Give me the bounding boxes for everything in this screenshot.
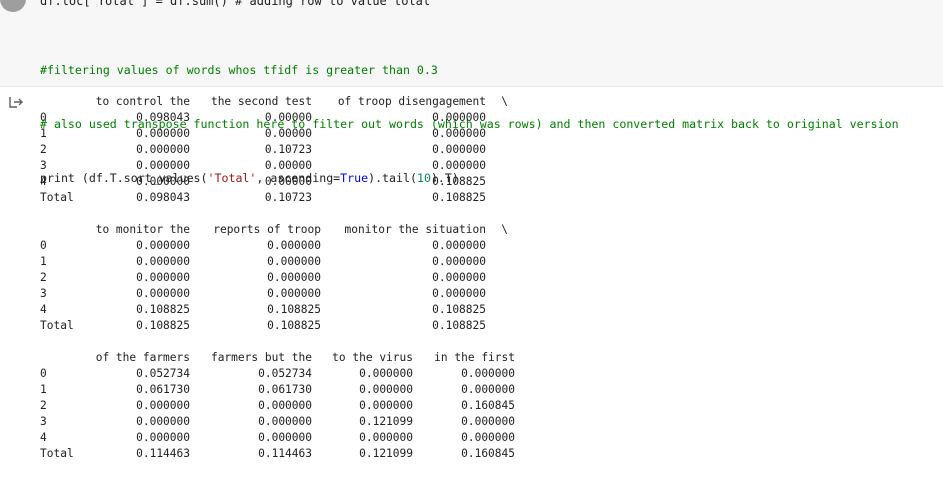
cell-value: 0.000000 [461, 431, 515, 444]
row-index: Total [40, 319, 74, 332]
cell-value: 0.000000 [136, 159, 190, 172]
cell-value: 0.000000 [432, 255, 486, 268]
cell-value: 0.00000 [264, 111, 312, 124]
cell-value: 0.000000 [359, 367, 413, 380]
row-index: 3 [40, 287, 47, 300]
row-index: 0 [40, 239, 47, 252]
line-continuation: \ [501, 223, 508, 236]
row-index: 2 [40, 143, 47, 156]
cell-value: 0.108825 [267, 319, 321, 332]
cell-value: 0.000000 [258, 431, 312, 444]
row-index: 4 [40, 431, 47, 444]
cell-value: 0.000000 [461, 415, 515, 428]
cell-value: 0.00000 [264, 127, 312, 140]
cell-value: 0.108825 [136, 319, 190, 332]
code-cell[interactable]: df.loc['Total'] = df.sum() # adding row … [0, 0, 943, 185]
cell-value: 0.000000 [432, 111, 486, 124]
row-index: 1 [40, 127, 47, 140]
cell-value: 0.108825 [136, 303, 190, 316]
cell-value: 0.160845 [461, 447, 515, 460]
column-header: of troop disengagement [337, 95, 486, 108]
cell-value: 0.108825 [432, 303, 486, 316]
row-index: 2 [40, 271, 47, 284]
row-index: 2 [40, 399, 47, 412]
row-index: 0 [40, 367, 47, 380]
cell-value: 0.000000 [267, 255, 321, 268]
cell-value: 0.000000 [359, 399, 413, 412]
row-index: 4 [40, 303, 47, 316]
row-index: 3 [40, 159, 47, 172]
cell-value: 0.108825 [267, 303, 321, 316]
cell-value: 0.000000 [136, 431, 190, 444]
cell-value: 0.10723 [264, 191, 312, 204]
cell-value: 0.10723 [264, 143, 312, 156]
row-index: Total [40, 447, 74, 460]
row-index: Total [40, 191, 74, 204]
row-index: 0 [40, 111, 47, 124]
line-continuation: \ [501, 95, 508, 108]
cell-value: 0.00000 [264, 175, 312, 188]
code-line-cut: df.loc['Total'] = df.sum() # adding row … [40, 0, 431, 8]
cell-value: 0.052734 [136, 367, 190, 380]
cell-value: 0.114463 [258, 447, 312, 460]
column-header: the second test [210, 95, 312, 108]
cell-value: 0.000000 [359, 383, 413, 396]
cell-value: 0.000000 [136, 271, 190, 284]
column-header: monitor the situation [344, 223, 486, 236]
cell-value: 0.000000 [432, 127, 486, 140]
cell-value: 0.098043 [136, 191, 190, 204]
cell-value: 0.000000 [432, 271, 486, 284]
cell-value: 0.000000 [359, 431, 413, 444]
run-cell-button[interactable] [0, 0, 26, 12]
cell-value: 0.00000 [264, 159, 312, 172]
cell-value: 0.108825 [432, 319, 486, 332]
cell-value: 0.061730 [258, 383, 312, 396]
cell-value: 0.000000 [432, 143, 486, 156]
cell-value: 0.000000 [136, 415, 190, 428]
cell-value: 0.000000 [267, 271, 321, 284]
cell-value: 0.000000 [136, 143, 190, 156]
column-header: to monitor the [95, 223, 190, 236]
cell-value: 0.098043 [136, 111, 190, 124]
cell-value: 0.000000 [136, 287, 190, 300]
cell-value: 0.000000 [432, 239, 486, 252]
row-index: 4 [40, 175, 47, 188]
cell-value: 0.000000 [267, 239, 321, 252]
column-header: farmers but the [210, 351, 312, 364]
cell-value: 0.108825 [432, 175, 486, 188]
cell-value: 0.052734 [258, 367, 312, 380]
cell-value: 0.000000 [136, 399, 190, 412]
cell-value: 0.121099 [359, 415, 413, 428]
cell-value: 0.000000 [461, 367, 515, 380]
cell-value: 0.000000 [432, 287, 486, 300]
cell-value: 0.121099 [359, 447, 413, 460]
cell-value: 0.000000 [267, 287, 321, 300]
column-header: to control the [95, 95, 190, 108]
row-index: 1 [40, 383, 47, 396]
cell-value: 0.061730 [136, 383, 190, 396]
cell-value: 0.000000 [136, 255, 190, 268]
cell-value: 0.160845 [461, 399, 515, 412]
cell-value: 0.000000 [136, 239, 190, 252]
column-header: to the virus [332, 351, 413, 364]
code-comment-line: #filtering values of words whos tfidf is… [40, 63, 438, 77]
cell-value: 0.114463 [136, 447, 190, 460]
row-index: 3 [40, 415, 47, 428]
cell-value: 0.000000 [258, 415, 312, 428]
cell-value: 0.000000 [461, 383, 515, 396]
column-header: reports of troop [213, 223, 321, 236]
row-index: 1 [40, 255, 47, 268]
cell-value: 0.000000 [136, 175, 190, 188]
column-header: of the farmers [95, 351, 190, 364]
cell-value: 0.000000 [136, 127, 190, 140]
cell-value: 0.000000 [258, 399, 312, 412]
cell-value: 0.000000 [432, 159, 486, 172]
output-redirect-icon[interactable] [9, 96, 23, 108]
cell-value: 0.108825 [432, 191, 486, 204]
column-header: in the first [434, 351, 515, 364]
